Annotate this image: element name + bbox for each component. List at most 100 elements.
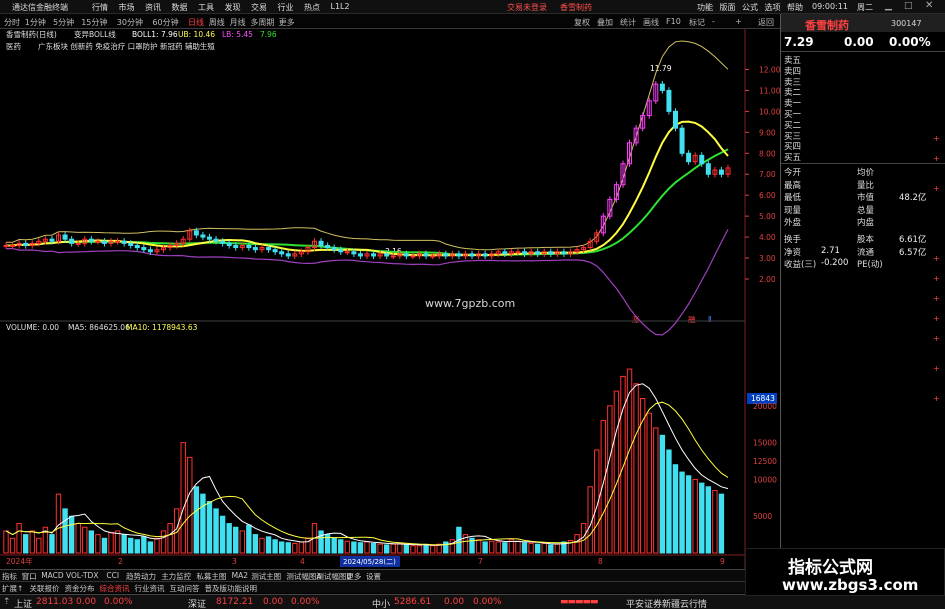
indicator-tab-8[interactable]: MA2 <box>232 571 248 580</box>
info-tab-5[interactable]: 互动问答 <box>170 583 200 594</box>
volume-bar-38 <box>252 534 259 554</box>
menu-item-3[interactable]: 数据 <box>172 2 188 13</box>
menu-item-4[interactable]: 工具 <box>198 2 214 13</box>
plus-icon-3[interactable]: + <box>933 184 940 193</box>
menu-item-0[interactable]: 行情 <box>92 2 108 13</box>
indicator-tab-3[interactable]: VOL-TDX <box>66 571 98 580</box>
menu-item-6[interactable]: 交易 <box>251 2 267 13</box>
volume-bar-33 <box>219 515 226 554</box>
menu-item-7[interactable]: 行业 <box>278 2 294 13</box>
candle-body-65 <box>430 255 436 258</box>
info-tab-6[interactable]: 普及版功能说明 <box>205 583 258 594</box>
legend-indicator[interactable]: 变异BOLL线 <box>74 29 116 39</box>
plus-icon-4[interactable]: + <box>933 254 940 263</box>
plus-icon-5[interactable]: + <box>933 274 940 283</box>
plus-icon-9[interactable]: + <box>933 364 940 373</box>
volume-bar-79 <box>521 542 528 554</box>
stock-tag[interactable]: 香雪制药 <box>560 2 592 13</box>
sh-label[interactable]: 上证 <box>14 597 32 609</box>
plus-icon-7[interactable]: + <box>933 314 940 323</box>
period-7[interactable]: 周线 <box>209 17 225 28</box>
chart-tool-6[interactable]: - <box>712 17 715 26</box>
volume-bar-76 <box>502 542 508 554</box>
sz-label[interactable]: 深证 <box>188 597 206 609</box>
volume-bar-53 <box>351 541 357 554</box>
menu-item-5[interactable]: 发现 <box>225 2 241 13</box>
chart-tool-4[interactable]: F10 <box>666 17 681 26</box>
login-note[interactable]: 交易未登录 <box>507 2 547 13</box>
concepts-label: 广东板块 创新药 免疫治疗 口罩防护 新冠药 辅助生殖 <box>38 41 215 51</box>
volume-bar-30 <box>200 493 206 554</box>
info-tab-3[interactable]: 综合资讯 <box>100 583 130 594</box>
period-6[interactable]: 日线 <box>188 17 204 28</box>
kline-chart[interactable]: 香雪制药(日线) 变异BOLL线 BOLL1: 7.96 UB: 10.46 L… <box>0 29 781 569</box>
period-2[interactable]: 5分钟 <box>53 17 74 28</box>
right-menu-item-4[interactable]: 帮助 <box>787 2 803 13</box>
period-4[interactable]: 30分钟 <box>117 17 143 28</box>
right-menu-item-0[interactable]: 功能 <box>697 2 713 13</box>
plus-icon-10[interactable]: + <box>933 394 940 403</box>
period-0[interactable]: 分时 <box>4 17 20 28</box>
menu-item-9[interactable]: L1L2 <box>331 2 350 11</box>
site-label: www.7gpzb.com <box>425 297 515 310</box>
volume-bar-20 <box>134 539 140 554</box>
plus-icon-2[interactable]: + <box>933 154 940 163</box>
zx-pct: 0.00% <box>473 597 502 607</box>
maximize-icon[interactable]: □ <box>904 1 913 11</box>
right-menu-item-1[interactable]: 版面 <box>720 2 736 13</box>
volume-bar-68 <box>449 539 456 554</box>
chart-tool-0[interactable]: 复权 <box>574 17 590 28</box>
volume-bar-98 <box>646 412 652 554</box>
chart-tool-3[interactable]: 画线 <box>643 17 659 28</box>
period-8[interactable]: 月线 <box>230 17 246 28</box>
stat-row-6: 净资 2.71 流通 6.57亿 <box>781 246 931 258</box>
volume-bar-80 <box>528 542 534 554</box>
volume-bar-55 <box>364 541 370 554</box>
info-tab-0[interactable]: 扩展↑ <box>2 583 23 594</box>
order-level-9[interactable]: 买五 <box>781 151 931 163</box>
chart-tool-7[interactable]: + <box>735 17 742 26</box>
candle-body-38 <box>252 247 258 251</box>
period-1[interactable]: 1分钟 <box>25 17 46 28</box>
chart-area[interactable]: 香雪制药(日线) 变异BOLL线 BOLL1: 7.96 UB: 10.46 L… <box>0 29 781 569</box>
volume-bar-108 <box>712 489 718 554</box>
minimize-icon[interactable]: ▁ <box>885 1 892 11</box>
chart-tool-8[interactable]: 返回 <box>758 17 774 28</box>
clock: 09:00:11 <box>812 2 848 11</box>
price-tick-8: 4.00 <box>759 233 776 242</box>
menu-item-2[interactable]: 资讯 <box>145 2 161 13</box>
right-menu-item-3[interactable]: 选项 <box>765 2 781 13</box>
right-menu-item-2[interactable]: 公式 <box>742 2 758 13</box>
zx-label[interactable]: 中小 <box>372 597 390 609</box>
candle-body-20 <box>134 244 140 249</box>
volume-bar-43 <box>285 542 291 554</box>
info-tab-2[interactable]: 资金分布 <box>65 583 95 594</box>
period-3[interactable]: 15分钟 <box>81 17 107 28</box>
indicator-tab-4[interactable]: CCI <box>106 571 119 580</box>
close-icon[interactable]: ✕ <box>925 0 933 11</box>
chart-tool-1[interactable]: 叠加 <box>597 17 613 28</box>
quote-panel: 香雪制药 300147 7.29 0.00 0.00% 卖五 卖四 卖三 卖二 卖一 买一… <box>780 14 945 569</box>
info-tab-1[interactable]: 关联报价 <box>30 583 60 594</box>
period-5[interactable]: 60分钟 <box>152 17 178 28</box>
period-10[interactable]: 更多 <box>279 17 295 28</box>
indicator-tab-2[interactable]: MACD <box>41 571 63 580</box>
volume-tick-1: 15000 <box>753 439 777 448</box>
chart-tool-5[interactable]: 标记 <box>689 17 705 28</box>
info-tab-4[interactable]: 行业资讯 <box>135 583 165 594</box>
stats-divider <box>781 163 945 164</box>
plus-icon[interactable]: + <box>933 134 940 143</box>
candle-body-14 <box>95 240 101 243</box>
period-9[interactable]: 多周期 <box>250 17 274 28</box>
volume-bar-93 <box>613 390 620 554</box>
menu-item-1[interactable]: 市场 <box>119 2 135 13</box>
plus-icon-6[interactable]: + <box>933 294 940 303</box>
chart-tool-2[interactable]: 统计 <box>620 17 636 28</box>
plus-icon-8[interactable]: + <box>933 334 940 343</box>
volume-bar-45 <box>298 541 305 554</box>
title-bar: 通达信金融终端 行情 市场 资讯 数据 工具 发现 交易 行业 热点 L1L2 交易未登录 香雪制… <box>0 0 945 14</box>
menu-item-8[interactable]: 热点 <box>304 2 320 13</box>
volume-bar-54 <box>357 542 364 554</box>
volume-bar-28 <box>187 456 193 554</box>
volume-bar-50 <box>331 537 337 554</box>
